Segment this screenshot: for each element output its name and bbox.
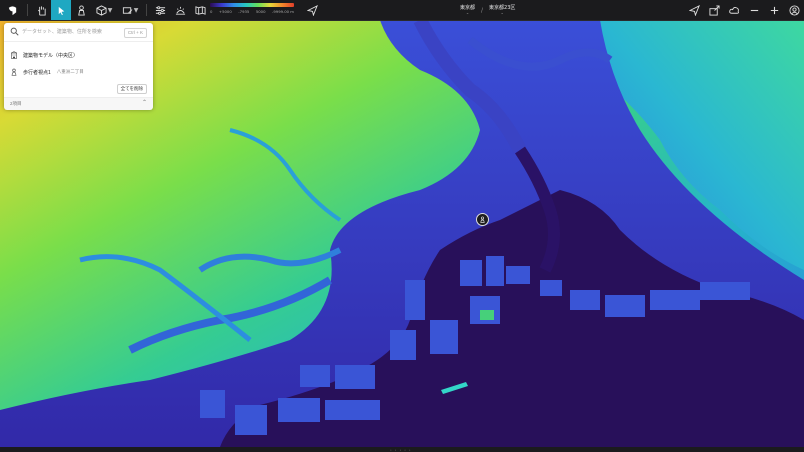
send-icon-left[interactable]: [302, 0, 322, 20]
pedestrian-icon: [11, 68, 17, 76]
cursor-icon[interactable]: [51, 0, 71, 20]
chevron-up-icon[interactable]: ⌃: [142, 99, 147, 106]
top-toolbar: ▼ ▼ 0 +5000 -7935 5000 -9999.00 m 東京都 ⌄ …: [0, 0, 804, 21]
legend-ticks: 0 +5000 -7935 5000 -9999.00 m: [210, 9, 294, 14]
remove-all-button[interactable]: 全てを削除: [116, 84, 147, 94]
breadcrumb-separator: /: [481, 6, 484, 14]
search-panel: Ctrl + K 建築物モデル（中央区） 歩行者視点1 八重洲二丁目 全てを削除…: [4, 23, 153, 110]
chevron-down-icon: ⌄: [500, 10, 504, 15]
send-icon[interactable]: [684, 0, 704, 20]
status-bar: • • • • •: [0, 447, 804, 452]
pedestrian-viewpoint-marker[interactable]: [476, 213, 489, 226]
search-input[interactable]: [22, 26, 118, 38]
map-book-icon[interactable]: [190, 0, 210, 20]
sketch-icon[interactable]: ▼: [117, 0, 143, 20]
chevron-down-icon: ⌄: [465, 10, 470, 15]
drag-handle-icon[interactable]: • • • • •: [390, 448, 412, 452]
right-toolbar: [684, 0, 804, 20]
breadcrumb: 東京都 ⌄ / 東京都23区 ⌄: [460, 0, 515, 20]
legend-tick: -7935: [238, 9, 250, 14]
item-location: 八重洲二丁目: [56, 69, 84, 74]
sun-icon[interactable]: [170, 0, 190, 20]
panel-footer: 2項目 ⌃: [4, 97, 153, 110]
chevron-down-icon: ▼: [133, 6, 139, 14]
plus-icon[interactable]: [764, 0, 784, 20]
toolbar-divider: [146, 4, 147, 16]
dataset-item-building[interactable]: 建築物モデル（中央区）: [10, 49, 78, 61]
logo-icon[interactable]: [0, 0, 24, 20]
minus-icon[interactable]: [744, 0, 764, 20]
user-icon[interactable]: [784, 0, 804, 20]
green-island: [480, 310, 494, 320]
pedestrian-icon[interactable]: [71, 0, 91, 20]
pedestrian-icon: [480, 216, 485, 223]
elevation-legend: 0 +5000 -7935 5000 -9999.00 m: [210, 3, 294, 17]
chevron-down-icon: ▼: [107, 6, 113, 14]
legend-tick: 5000: [255, 9, 266, 14]
building-icon: [11, 51, 17, 59]
legend-tick: +5000: [218, 9, 232, 14]
breadcrumb-wards[interactable]: 東京都23区 ⌄: [489, 5, 515, 15]
hand-icon[interactable]: [31, 0, 51, 20]
sliders-icon[interactable]: [150, 0, 170, 20]
legend-color-bar: [210, 3, 294, 7]
item-count: 2項目: [10, 101, 22, 106]
cube-icon[interactable]: ▼: [91, 0, 117, 20]
legend-tick: 0: [210, 9, 213, 14]
search-icon: [10, 27, 19, 36]
search-bar: Ctrl + K: [4, 23, 153, 42]
breadcrumb-prefecture[interactable]: 東京都 ⌄: [460, 5, 475, 15]
item-name: 歩行者視点1: [23, 69, 51, 76]
legend-tick: -9999.00 m: [272, 9, 294, 14]
cloud-icon[interactable]: [724, 0, 744, 20]
toolbar-divider: [27, 4, 28, 16]
shortcut-badge: Ctrl + K: [123, 28, 147, 38]
dataset-item-pedestrian[interactable]: 歩行者視点1 八重洲二丁目: [10, 66, 84, 78]
share-icon[interactable]: [704, 0, 724, 20]
item-name: 建築物モデル（中央区）: [23, 52, 79, 59]
